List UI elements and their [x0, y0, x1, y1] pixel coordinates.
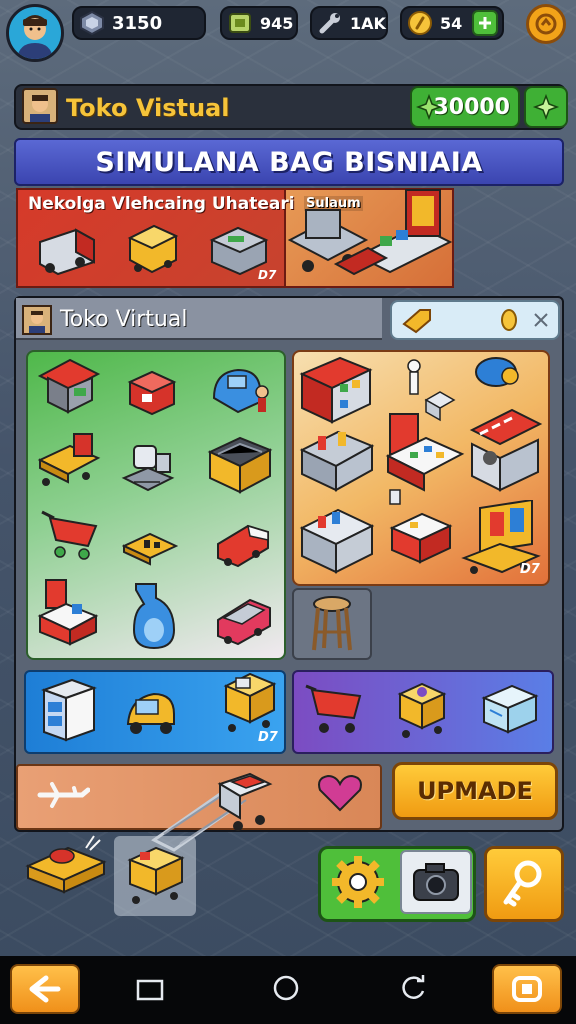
tools-counter[interactable]: 1AK: [310, 6, 388, 40]
spray-bottle-icon[interactable]: [126, 580, 182, 652]
home-button[interactable]: [266, 968, 306, 1008]
red-van-icon[interactable]: [214, 514, 272, 570]
home-icon: [273, 975, 299, 1001]
filter-bar[interactable]: [390, 300, 560, 340]
delivery-truck-icon: [39, 228, 95, 276]
add-coins-button[interactable]: [472, 10, 498, 36]
blue-bin-icon[interactable]: [470, 346, 526, 392]
freezer-icon[interactable]: [206, 430, 274, 498]
tag-icon: [402, 309, 431, 334]
shopping-cart-icon[interactable]: [38, 506, 102, 562]
camera-button[interactable]: [492, 964, 562, 1014]
cash-register-icon[interactable]: [120, 440, 176, 498]
delivery-box-icon[interactable]: [220, 670, 278, 736]
airplane-icon: [37, 782, 90, 808]
snack-counter-icon[interactable]: [388, 488, 454, 568]
player-avatar[interactable]: [6, 4, 64, 62]
stock-count: 945: [260, 13, 294, 33]
crate-icon: [226, 9, 254, 37]
game-title-banner: SIMULANA BAG BISNIAIA: [14, 138, 564, 186]
pink-van-icon[interactable]: [214, 588, 274, 648]
vending-stand-icon[interactable]: [36, 576, 100, 648]
gem-icon: [78, 9, 106, 37]
close-icon[interactable]: [532, 311, 550, 329]
key-button[interactable]: [484, 846, 564, 922]
square-icon: [136, 979, 164, 1001]
shopkeeper-icon: [22, 88, 58, 124]
camera-icon: [512, 976, 542, 1002]
red-box-icon[interactable]: [126, 366, 178, 418]
camera-icon: [413, 863, 459, 901]
grid-tag: D7: [520, 562, 540, 577]
back-button[interactable]: [10, 964, 80, 1014]
yellow-cart-icon: [127, 224, 179, 274]
gem-counter[interactable]: 3150: [72, 6, 206, 40]
market-stall-icon[interactable]: [36, 354, 102, 418]
recents-icon: [402, 975, 425, 999]
upgrade-button[interactable]: UPMADE: [392, 762, 558, 820]
register-icon: [209, 226, 269, 276]
popcorn-cart-icon[interactable]: [396, 680, 448, 742]
kitchen-counter-icon[interactable]: [298, 420, 376, 494]
heart-box-icon: [318, 774, 362, 812]
awning-stall-icon[interactable]: [462, 404, 544, 500]
tools-count: 1AK: [350, 13, 386, 33]
tray-icon[interactable]: [122, 526, 178, 570]
stock-counter[interactable]: 945: [220, 6, 298, 40]
food-table-icon: [25, 835, 107, 894]
display-case-icon[interactable]: [384, 410, 466, 494]
stool-icon: [312, 596, 352, 651]
overview-button[interactable]: [130, 970, 170, 1010]
wrench-icon: [316, 9, 344, 37]
coin-count: 54: [440, 13, 463, 33]
add-cash-button[interactable]: [524, 86, 568, 128]
token-icon: [535, 13, 557, 35]
supply-cart-icon: [127, 846, 185, 904]
plus-icon: [532, 93, 560, 121]
ice-chest-icon[interactable]: [480, 680, 540, 738]
coin-icon: [406, 9, 434, 37]
key-icon: [503, 860, 542, 907]
shopkeeper-icon: [22, 305, 52, 335]
blue-machine-icon[interactable]: [208, 358, 274, 418]
cash-amount: 30000: [433, 94, 510, 120]
row-tag: D7: [258, 730, 278, 745]
cash-icon: [415, 93, 443, 126]
inventory-title: Toko Virtual: [60, 307, 188, 332]
store-scene-icon: [288, 189, 453, 276]
cash-display[interactable]: 30000: [410, 86, 520, 128]
prep-table-icon[interactable]: [298, 498, 376, 578]
game-title: SIMULANA BAG BISNIAIA: [95, 146, 483, 178]
upgrade-label: UPMADE: [417, 777, 533, 805]
shelf-unit-icon[interactable]: [298, 354, 374, 426]
scooter-icon[interactable]: [122, 684, 178, 740]
counter-cart-icon[interactable]: [36, 430, 102, 490]
trolley-icon[interactable]: [302, 680, 366, 738]
token-button[interactable]: [526, 4, 566, 44]
plus-icon: [479, 17, 491, 29]
back-icon: [29, 975, 61, 1003]
promo-title: Nekolga Vlehcaing Uhateari: [28, 194, 295, 214]
gear-icon[interactable]: [330, 854, 386, 910]
recents-button[interactable]: [394, 968, 434, 1008]
fridge-icon[interactable]: [40, 676, 98, 744]
shop-name: Toko Vistual: [66, 94, 230, 122]
coin-icon: [501, 309, 517, 331]
gem-count: 3150: [112, 12, 163, 34]
coin-counter[interactable]: 54: [400, 6, 504, 40]
